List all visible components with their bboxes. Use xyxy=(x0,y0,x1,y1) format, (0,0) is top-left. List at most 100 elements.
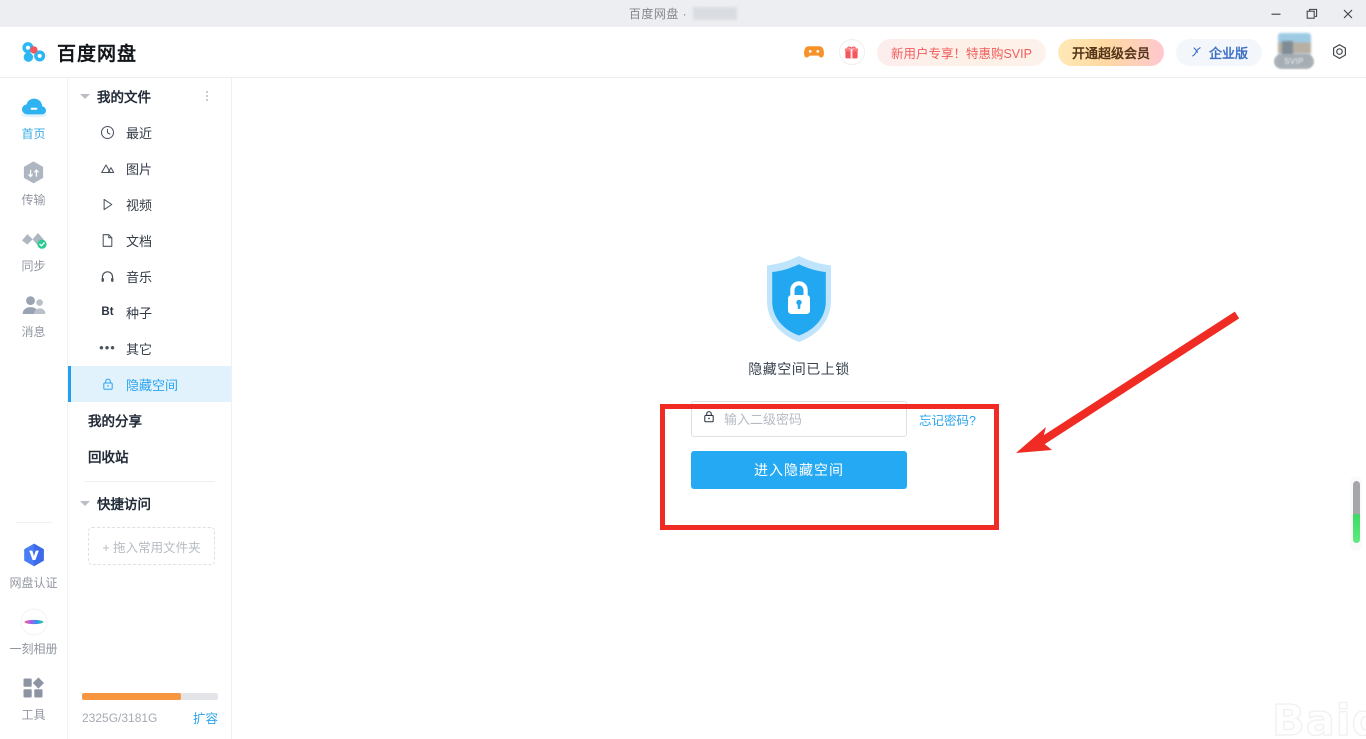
storage-bar xyxy=(82,693,218,700)
rail-label-message: 消息 xyxy=(21,325,46,339)
sync-icon xyxy=(19,224,49,254)
minimize-button[interactable] xyxy=(1258,0,1294,27)
gift-icon[interactable] xyxy=(838,39,865,65)
promo-svip-button[interactable]: 新用户专享！特惠购SVIP xyxy=(876,38,1046,66)
verify-icon xyxy=(19,541,49,571)
rail-item-transfer[interactable]: 传输 xyxy=(0,144,68,210)
rail-item-tools[interactable]: 工具 xyxy=(0,659,68,725)
rail-label-sync: 同步 xyxy=(21,259,46,273)
forgot-password-link[interactable]: 忘记密码? xyxy=(919,410,976,429)
tree-item-my-share-label: 我的分享 xyxy=(88,414,142,429)
rail-label-transfer: 传输 xyxy=(21,193,46,207)
file-tree-sidebar: 我的文件 最近 图片 视频 文档 音乐 Bt 种子 ••• 其它 隐藏空间 我的… xyxy=(68,78,232,739)
close-button[interactable] xyxy=(1330,0,1366,27)
tools-icon xyxy=(19,673,49,703)
window-title-text: 百度网盘 · xyxy=(628,7,688,21)
tree-item-other[interactable]: ••• 其它 xyxy=(68,330,231,366)
tree-group-quick-access[interactable]: 快捷访问 xyxy=(68,485,231,521)
app-window: 百度网盘 · 百度网盘 新用户专享！特惠购SVIP 开通超级会员 企业版 SVI… xyxy=(0,0,1366,739)
clock-icon xyxy=(100,125,115,140)
tree-group-my-files[interactable]: 我的文件 xyxy=(68,78,231,114)
enter-hidden-space-button[interactable]: 进入隐藏空间 xyxy=(691,451,907,489)
rail-label-verify: 网盘认证 xyxy=(9,576,58,590)
storage-expand-link[interactable]: 扩容 xyxy=(193,708,218,727)
window-title-redacted xyxy=(693,7,738,20)
storage-usage-text: 2325G/3181G xyxy=(82,710,158,725)
tree-item-hidden-space[interactable]: 隐藏空间 xyxy=(68,366,231,402)
main-content: 隐藏空间已上锁 忘记密码? 进入隐藏空间 Bai xyxy=(232,78,1366,739)
tree-item-other-label: 其它 xyxy=(126,341,153,357)
tree-item-recycle[interactable]: 回收站 xyxy=(68,438,231,474)
video-icon xyxy=(100,197,115,212)
lock-icon xyxy=(100,377,115,392)
tree-item-videos[interactable]: 视频 xyxy=(68,186,231,222)
hidden-space-lock-panel: 隐藏空间已上锁 忘记密码? 进入隐藏空间 xyxy=(232,78,1366,489)
tree-item-hidden-space-label: 隐藏空间 xyxy=(126,377,179,393)
window-controls xyxy=(1258,0,1366,27)
window-title: 百度网盘 · xyxy=(628,5,738,22)
chevron-down-icon-quick[interactable] xyxy=(80,500,90,506)
bt-icon: Bt xyxy=(101,306,114,318)
tree-item-torrent[interactable]: Bt 种子 xyxy=(68,294,231,330)
chevron-down-icon[interactable] xyxy=(80,93,90,99)
tree-item-music-label: 音乐 xyxy=(126,269,153,285)
tree-item-videos-label: 视频 xyxy=(126,197,153,213)
tree-group-quick-label: 快捷访问 xyxy=(97,497,151,512)
tree-item-recycle-label: 回收站 xyxy=(88,450,129,465)
promo-vip-button[interactable]: 开通超级会员 xyxy=(1057,38,1164,66)
rail-label-album: 一刻相册 xyxy=(9,642,58,656)
music-icon xyxy=(100,269,115,284)
brand-title: 百度网盘 xyxy=(57,42,138,65)
quick-access-dropzone-label: + 拖入常用文件夹 xyxy=(102,540,201,555)
lock-icon-input xyxy=(702,409,716,429)
tree-item-recent[interactable]: 最近 xyxy=(68,114,231,150)
more-options-icon[interactable] xyxy=(205,91,209,101)
enterprise-label: 企业版 xyxy=(1208,45,1248,61)
tree-group-my-files-label: 我的文件 xyxy=(97,90,151,105)
main-scrollbar-thumb[interactable] xyxy=(1353,481,1360,543)
left-rail: 首页 传输 同步 消息 网盘认证 一刻相册 工具 xyxy=(0,78,68,739)
lock-title: 隐藏空间已上锁 xyxy=(748,361,850,377)
message-icon xyxy=(19,290,49,320)
avatar[interactable]: SVIP xyxy=(1274,33,1314,71)
game-icon[interactable] xyxy=(801,39,827,65)
transfer-icon xyxy=(19,158,49,188)
restore-button[interactable] xyxy=(1294,0,1330,27)
tree-item-documents[interactable]: 文档 xyxy=(68,222,231,258)
image-icon xyxy=(100,161,115,176)
rail-bottom-group: 网盘认证 一刻相册 工具 xyxy=(0,506,68,739)
app-header: 百度网盘 新用户专享！特惠购SVIP 开通超级会员 企业版 SVIP xyxy=(0,27,1366,78)
tree-item-my-share[interactable]: 我的分享 xyxy=(68,402,231,438)
tree-item-recent-label: 最近 xyxy=(126,125,153,141)
storage-widget: 2325G/3181G 扩容 xyxy=(68,693,232,739)
unlock-form: 忘记密码? 进入隐藏空间 xyxy=(691,401,976,489)
password-input[interactable] xyxy=(724,411,900,427)
rail-label-tools: 工具 xyxy=(21,708,46,722)
rail-item-sync[interactable]: 同步 xyxy=(0,210,68,276)
rail-item-home[interactable]: 首页 xyxy=(0,78,68,144)
gear-icon[interactable] xyxy=(1326,39,1352,65)
brand[interactable]: 百度网盘 xyxy=(20,39,137,66)
main-scrollbar-track[interactable] xyxy=(1350,476,1362,551)
watermark-line1: Baidu经验 xyxy=(1271,686,1366,739)
watermark-baidu: Baidu xyxy=(1271,695,1366,739)
rail-item-album[interactable]: 一刻相册 xyxy=(0,593,68,659)
password-field-wrapper[interactable] xyxy=(691,401,907,437)
album-icon xyxy=(19,607,49,637)
tree-section-divider xyxy=(84,481,215,482)
rail-item-verify[interactable]: 网盘认证 xyxy=(0,527,68,593)
tree-item-documents-label: 文档 xyxy=(126,233,153,249)
rail-label-home: 首页 xyxy=(21,127,46,141)
storage-bar-fill xyxy=(82,693,182,700)
tree-item-music[interactable]: 音乐 xyxy=(68,258,231,294)
more-icon: ••• xyxy=(99,340,116,355)
enterprise-button[interactable]: 企业版 xyxy=(1175,38,1262,66)
tree-item-images-label: 图片 xyxy=(126,161,153,177)
tree-item-torrent-label: 种子 xyxy=(126,305,153,321)
quick-access-dropzone[interactable]: + 拖入常用文件夹 xyxy=(88,527,215,565)
storage-row: 2325G/3181G 扩容 xyxy=(82,708,218,727)
rail-item-message[interactable]: 消息 xyxy=(0,276,68,342)
header-actions: 新用户专享！特惠购SVIP 开通超级会员 企业版 SVIP xyxy=(801,33,1352,71)
password-row: 忘记密码? xyxy=(691,401,976,437)
tree-item-images[interactable]: 图片 xyxy=(68,150,231,186)
